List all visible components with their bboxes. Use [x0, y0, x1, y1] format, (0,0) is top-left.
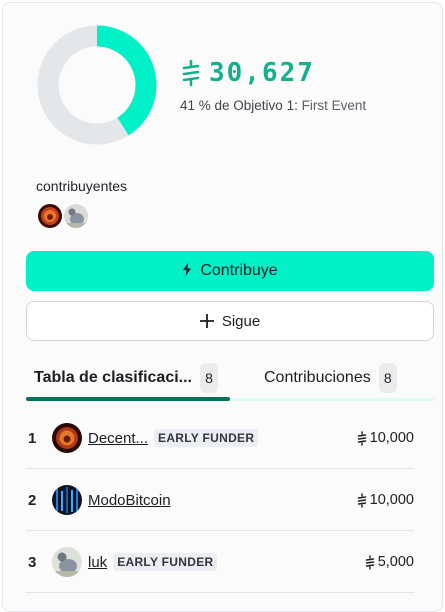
contribution-amount: 10,000 [357, 492, 414, 508]
sats-icon [357, 492, 366, 508]
amount-value: 10,000 [369, 430, 414, 446]
tab-contributions[interactable]: Contribuciones 8 [230, 360, 434, 396]
tab-contributions-label: Contribuciones [264, 369, 371, 386]
rank: 1 [28, 429, 37, 447]
leaderboard-row: 2 ModoBitcoin 10,000 [26, 469, 414, 531]
plus-icon [199, 310, 214, 332]
amount-value: 5,000 [377, 554, 414, 570]
rank: 3 [28, 553, 37, 571]
early-funder-badge: EARLY FUNDER [113, 553, 218, 571]
amount-row: 30,627 [181, 58, 315, 88]
tab-leaderboard-label: Tabla de clasificaci... [34, 369, 192, 386]
early-funder-badge: EARLY FUNDER [154, 429, 259, 447]
leaderboard-row: 1 Decent... EARLY FUNDER 10,000 [26, 407, 414, 469]
raised-amount: 30,627 [209, 58, 315, 88]
tab-leaderboard-count: 8 [200, 363, 218, 393]
row-divider [26, 592, 414, 593]
contribute-label: Contribuye [200, 262, 278, 279]
contribution-amount: 10,000 [357, 430, 414, 446]
contributor-avatar-lion[interactable] [36, 202, 64, 230]
amount-value: 10,000 [369, 492, 414, 508]
user-avatar-lion[interactable] [52, 423, 82, 453]
sats-icon [357, 430, 366, 446]
lightning-icon [182, 263, 192, 279]
user-avatar-pigeon[interactable] [52, 547, 82, 577]
sats-icon [365, 554, 374, 570]
follow-button[interactable]: Sigue [26, 301, 434, 341]
sats-icon [182, 59, 200, 87]
contribute-button[interactable]: Contribuye [26, 251, 434, 291]
tab-bar: Tabla de clasificaci... 8 Contribuciones… [26, 360, 434, 401]
goal-prefix: 41 % de Objetivo 1: [180, 98, 298, 113]
username-link[interactable]: ModoBitcoin [88, 492, 171, 509]
username-link[interactable]: Decent... [88, 430, 148, 447]
contributor-avatar-pigeon[interactable] [62, 202, 90, 230]
contribution-amount: 5,000 [365, 554, 414, 570]
username-link[interactable]: luk [88, 554, 107, 571]
tab-leaderboard[interactable]: Tabla de clasificaci... 8 [26, 360, 230, 396]
goal-name: First Event [301, 98, 367, 113]
user-avatar-matrix[interactable] [52, 485, 82, 515]
rank: 2 [28, 491, 37, 509]
follow-label: Sigue [221, 312, 261, 330]
contributors-label: contribuyentes [36, 178, 128, 194]
leaderboard-row: 3 luk EARLY FUNDER 5,000 [26, 531, 414, 593]
progress-donut [37, 25, 157, 145]
goal-progress-text: 41 % de Objetivo 1: First Event [180, 98, 366, 113]
tab-track [230, 398, 434, 401]
active-tab-indicator [26, 397, 230, 401]
tab-contributions-count: 8 [378, 363, 397, 393]
contributor-avatars [36, 202, 90, 230]
